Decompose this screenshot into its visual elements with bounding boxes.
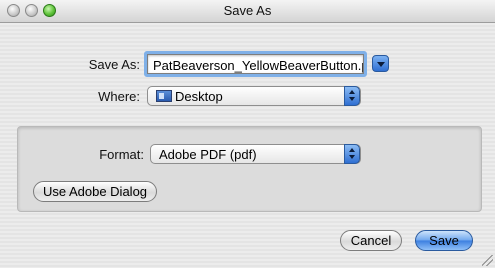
where-value: Desktop bbox=[175, 89, 223, 104]
where-label: Where: bbox=[98, 89, 140, 104]
save-as-label: Save As: bbox=[88, 57, 140, 72]
dialog-content: Save As: PatBeaverson_YellowBeaverButton… bbox=[0, 23, 495, 268]
save-button[interactable]: Save bbox=[415, 230, 473, 251]
format-popup[interactable]: Adobe PDF (pdf) bbox=[150, 144, 361, 164]
format-value: Adobe PDF (pdf) bbox=[159, 147, 257, 162]
popup-arrows-icon bbox=[344, 86, 360, 106]
title-bar[interactable]: Save As bbox=[0, 0, 495, 23]
save-as-input[interactable]: PatBeaverson_YellowBeaverButton.pdf bbox=[147, 54, 364, 74]
format-label: Format: bbox=[99, 147, 144, 162]
disclosure-triangle-icon[interactable] bbox=[372, 55, 389, 72]
use-adobe-dialog-button[interactable]: Use Adobe Dialog bbox=[33, 181, 157, 202]
resize-grip-icon[interactable] bbox=[482, 255, 493, 266]
save-as-dialog: Save As Save As: PatBeaverson_YellowBeav… bbox=[0, 0, 495, 268]
desktop-folder-icon bbox=[156, 90, 172, 102]
where-popup[interactable]: Desktop bbox=[147, 86, 361, 106]
cancel-button[interactable]: Cancel bbox=[340, 230, 402, 251]
window-title: Save As bbox=[223, 3, 272, 18]
popup-arrows-icon bbox=[344, 144, 360, 164]
